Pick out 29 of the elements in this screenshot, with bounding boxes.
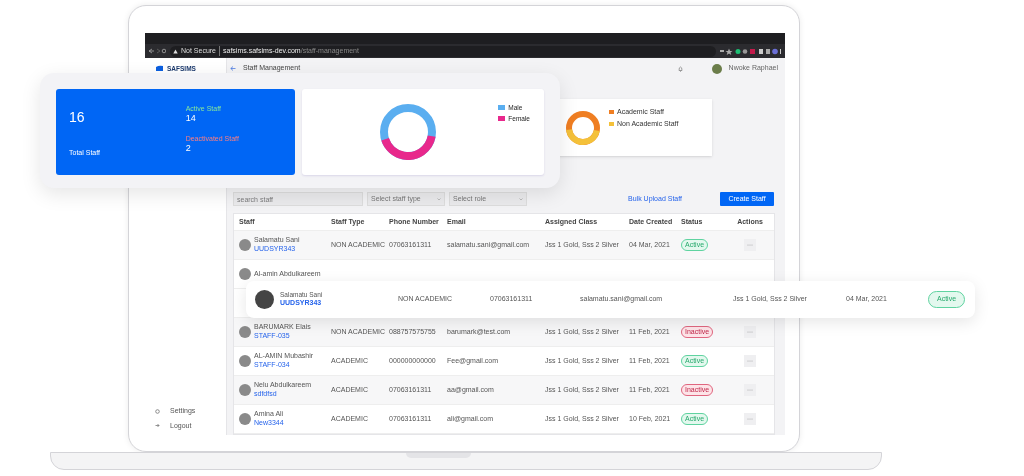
user-avatar bbox=[711, 63, 722, 74]
gear-icon bbox=[155, 408, 160, 414]
donut-chart-drawing bbox=[380, 104, 437, 160]
navigation-icons-drawing bbox=[148, 48, 166, 54]
avatar-photo-placeholder bbox=[239, 268, 251, 280]
extension-icons-drawing bbox=[720, 47, 782, 55]
logout-icon bbox=[155, 423, 160, 429]
caret-icon bbox=[519, 197, 523, 201]
avatar-photo-placeholder bbox=[239, 384, 251, 396]
bell-icon bbox=[677, 65, 683, 72]
stat-value: 2 bbox=[185, 144, 192, 153]
donut-chart-drawing bbox=[565, 109, 601, 146]
avatar-photo-placeholder bbox=[239, 355, 251, 367]
more-actions-button[interactable] bbox=[744, 326, 756, 338]
laptop-notch bbox=[406, 453, 471, 458]
more-actions-button[interactable] bbox=[744, 384, 756, 396]
warning-icon bbox=[173, 48, 178, 54]
logo-icon bbox=[155, 65, 164, 73]
stat-value: 14 bbox=[185, 114, 197, 123]
avatar-photo-placeholder bbox=[239, 413, 251, 425]
more-actions-button[interactable] bbox=[744, 355, 756, 367]
avatar-photo-placeholder bbox=[239, 239, 251, 251]
stat-value: 16 bbox=[69, 110, 86, 124]
avatar-photo-placeholder bbox=[255, 290, 274, 309]
avatar-photo-placeholder bbox=[239, 326, 251, 338]
caret-icon bbox=[437, 197, 441, 201]
more-actions-button[interactable] bbox=[744, 239, 756, 251]
back-arrow-icon bbox=[230, 66, 236, 72]
more-actions-button[interactable] bbox=[744, 413, 756, 425]
